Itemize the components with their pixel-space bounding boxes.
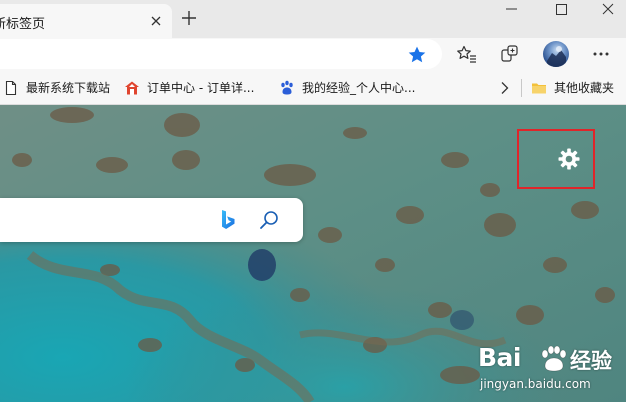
address-bar[interactable] bbox=[0, 39, 442, 69]
favorites-divider bbox=[521, 79, 522, 97]
favorite-label: 其他收藏夹 bbox=[554, 81, 615, 95]
maximize-icon[interactable] bbox=[540, 0, 584, 22]
window-close-icon[interactable] bbox=[586, 0, 626, 22]
other-favorites-folder[interactable]: 其他收藏夹 bbox=[531, 71, 614, 104]
browser-window: 新标签页 bbox=[0, 0, 626, 402]
favorite-label: 最新系统下载站 bbox=[26, 81, 111, 95]
favorite-item-system-download[interactable]: 最新系统下载站 bbox=[3, 71, 110, 104]
favorite-label: 我的经验_个人中心... bbox=[302, 81, 416, 95]
folder-icon bbox=[532, 83, 546, 93]
watermark-brand-suffix: 经验 bbox=[570, 349, 612, 373]
favorites-bar: 最新系统下载站 订单中心 - 订单详... 我的经验_个人中心... 其他收藏夹 bbox=[0, 71, 626, 105]
chevron-right-icon[interactable] bbox=[495, 79, 513, 97]
more-icon[interactable] bbox=[590, 43, 612, 65]
baidu-jingyan-watermark: Bai 经验 jingyan.baidu.com bbox=[478, 343, 624, 401]
search-input[interactable] bbox=[0, 208, 204, 234]
gear-icon[interactable] bbox=[557, 147, 581, 171]
search-icon[interactable] bbox=[258, 209, 280, 231]
watermark-brand: Bai bbox=[478, 343, 522, 372]
favorite-item-order-center[interactable]: 订单中心 - 订单详... bbox=[124, 71, 254, 104]
tab-title: 新标签页 bbox=[0, 17, 46, 32]
avatar-image bbox=[547, 46, 566, 67]
house-logo-icon bbox=[125, 81, 139, 94]
profile-avatar[interactable] bbox=[543, 41, 569, 67]
settings-highlight bbox=[517, 129, 595, 189]
page-icon bbox=[5, 80, 17, 95]
bing-icon[interactable] bbox=[218, 209, 238, 231]
watermark-url: jingyan.baidu.com bbox=[480, 377, 591, 391]
search-box[interactable] bbox=[0, 198, 303, 242]
new-tab-button[interactable] bbox=[178, 7, 200, 29]
favorite-item-my-experience[interactable]: 我的经验_个人中心... bbox=[279, 71, 415, 104]
paw-icon bbox=[541, 345, 567, 372]
minimize-icon[interactable] bbox=[490, 0, 534, 22]
star-icon[interactable] bbox=[407, 45, 427, 65]
favorite-label: 订单中心 - 订单详... bbox=[147, 81, 255, 95]
tab-new-tab[interactable]: 新标签页 bbox=[0, 4, 172, 38]
tab-strip: 新标签页 bbox=[0, 0, 626, 38]
favorites-icon[interactable] bbox=[455, 43, 477, 65]
close-icon[interactable] bbox=[148, 13, 164, 29]
new-tab-page: Bai 经验 jingyan.baidu.com bbox=[0, 105, 626, 402]
toolbar bbox=[0, 38, 626, 71]
collections-icon[interactable] bbox=[499, 43, 521, 65]
paw-icon bbox=[281, 80, 293, 94]
